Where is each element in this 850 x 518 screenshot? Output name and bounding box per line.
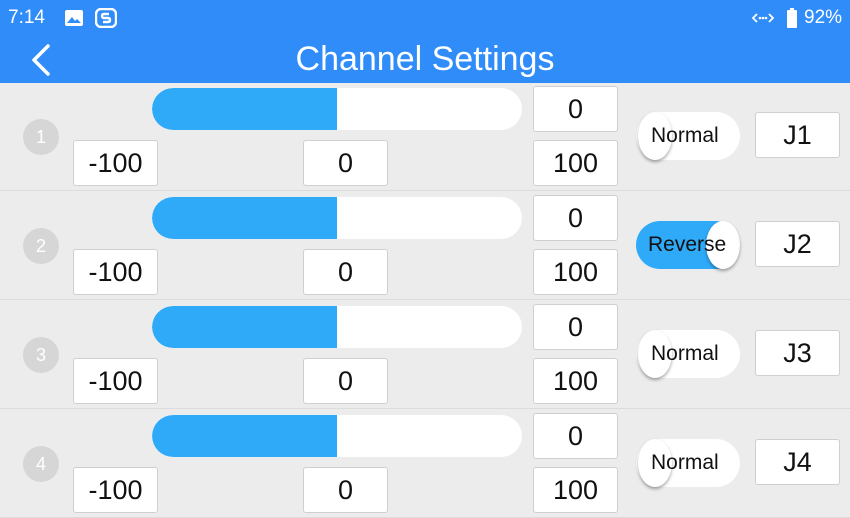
center-trim-field[interactable]: 0 bbox=[303, 140, 388, 186]
channel-output-fill bbox=[152, 88, 337, 130]
channel-number: 3 bbox=[23, 337, 59, 373]
channel-assign-button[interactable]: J1 bbox=[755, 112, 840, 158]
page-title: Channel Settings bbox=[295, 40, 555, 78]
reverse-toggle[interactable]: Normal bbox=[636, 112, 740, 160]
toggle-label: Normal bbox=[651, 124, 719, 147]
max-endpoint-field[interactable]: 100 bbox=[533, 467, 618, 513]
channel-value: 0 bbox=[533, 195, 618, 241]
channel-assign-button[interactable]: J3 bbox=[755, 330, 840, 376]
toggle-label: Normal bbox=[651, 342, 719, 365]
channel-value: 0 bbox=[533, 86, 618, 132]
channel-row-2: 2 0 -100 0 100 Reverse J2 bbox=[0, 192, 850, 300]
channel-number: 4 bbox=[23, 446, 59, 482]
center-trim-field[interactable]: 0 bbox=[303, 249, 388, 295]
min-endpoint-field[interactable]: -100 bbox=[73, 467, 158, 513]
reverse-toggle[interactable]: Normal bbox=[636, 439, 740, 487]
channel-row-1: 1 0 -100 0 100 Normal J1 bbox=[0, 83, 850, 191]
max-endpoint-field[interactable]: 100 bbox=[533, 249, 618, 295]
channel-value: 0 bbox=[533, 304, 618, 350]
channel-output-fill bbox=[152, 306, 337, 348]
battery-icon bbox=[786, 8, 798, 28]
max-endpoint-field[interactable]: 100 bbox=[533, 140, 618, 186]
channel-row-4: 4 0 -100 0 100 Normal J4 bbox=[0, 410, 850, 518]
channel-output-bar bbox=[152, 197, 522, 239]
image-icon bbox=[64, 8, 84, 28]
channel-output-bar bbox=[152, 306, 522, 348]
channel-output-fill bbox=[152, 415, 337, 457]
status-bar: 7:14 92% bbox=[0, 0, 850, 36]
min-endpoint-field[interactable]: -100 bbox=[73, 358, 158, 404]
channel-value: 0 bbox=[533, 413, 618, 459]
status-time: 7:14 bbox=[8, 7, 45, 28]
center-trim-field[interactable]: 0 bbox=[303, 358, 388, 404]
channel-row-3: 3 0 -100 0 100 Normal J3 bbox=[0, 301, 850, 409]
channel-output-bar bbox=[152, 88, 522, 130]
channel-number: 2 bbox=[23, 228, 59, 264]
app-bar: Channel Settings bbox=[0, 36, 850, 84]
channel-number: 1 bbox=[23, 119, 59, 155]
max-endpoint-field[interactable]: 100 bbox=[533, 358, 618, 404]
channel-assign-button[interactable]: J2 bbox=[755, 221, 840, 267]
channel-output-bar bbox=[152, 415, 522, 457]
center-trim-field[interactable]: 0 bbox=[303, 467, 388, 513]
reverse-toggle[interactable]: Normal bbox=[636, 330, 740, 378]
reverse-toggle[interactable]: Reverse bbox=[636, 221, 740, 269]
data-transfer-icon bbox=[752, 8, 774, 28]
s-app-icon bbox=[95, 8, 117, 28]
channel-assign-button[interactable]: J4 bbox=[755, 439, 840, 485]
toggle-label: Normal bbox=[651, 451, 719, 474]
min-endpoint-field[interactable]: -100 bbox=[73, 249, 158, 295]
battery-percent: 92% bbox=[804, 7, 843, 28]
channel-output-fill bbox=[152, 197, 337, 239]
toggle-label: Reverse bbox=[648, 233, 727, 256]
min-endpoint-field[interactable]: -100 bbox=[73, 140, 158, 186]
